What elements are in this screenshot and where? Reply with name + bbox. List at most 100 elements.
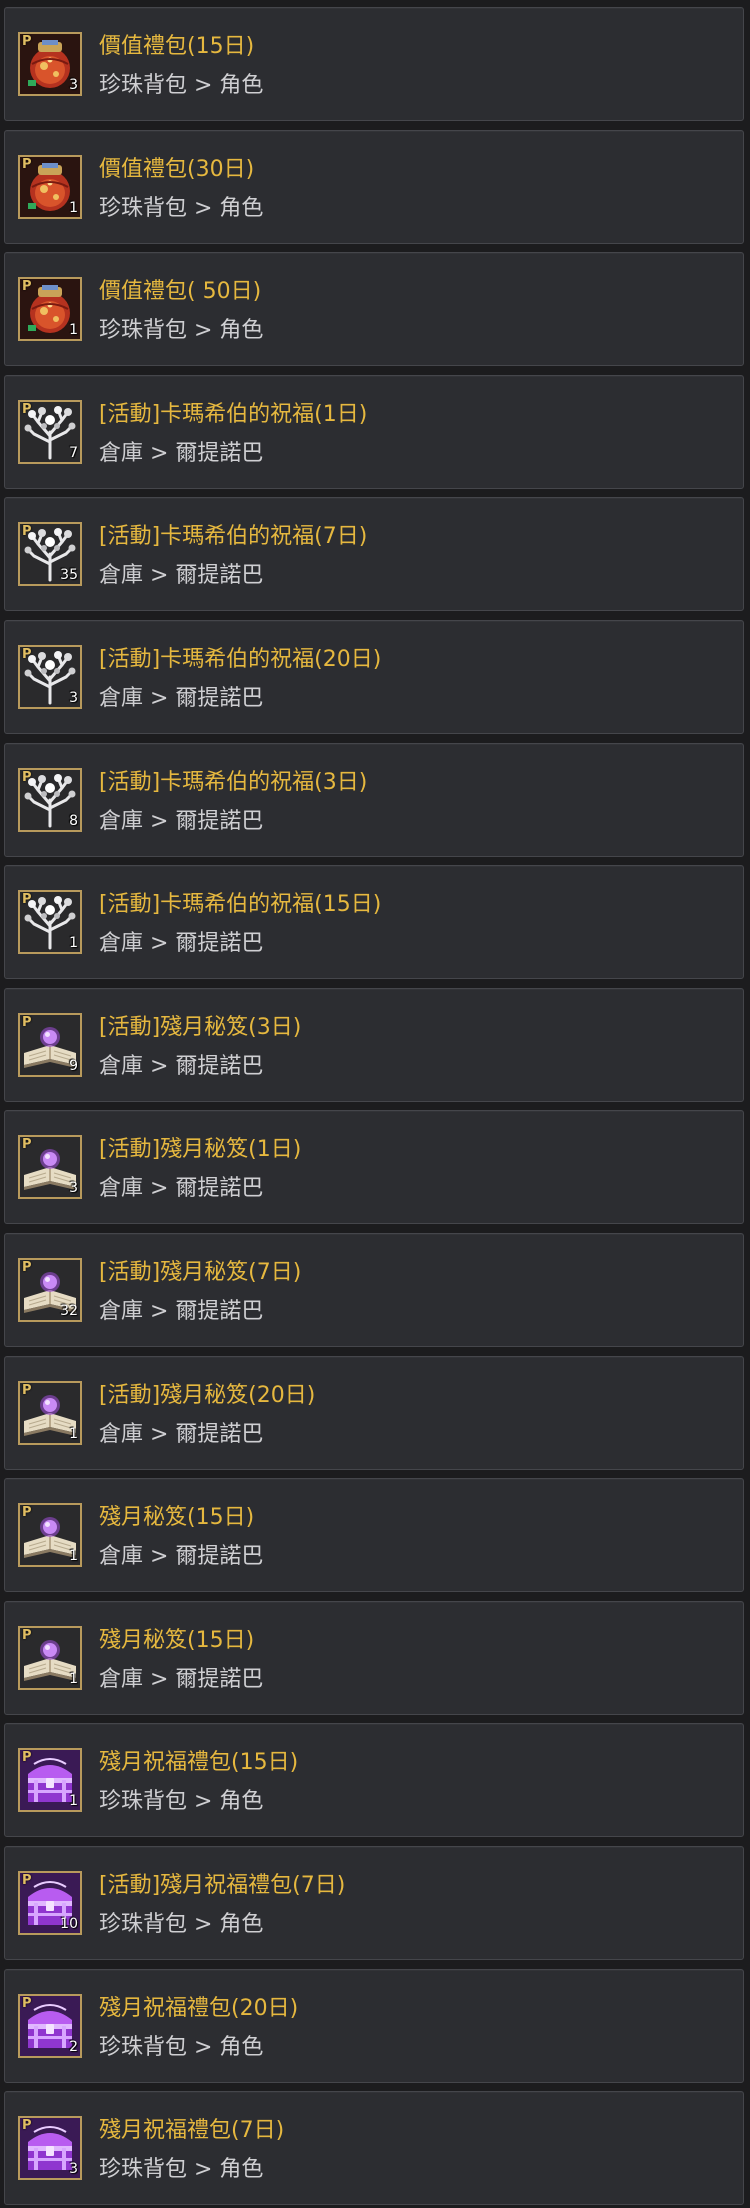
item-quantity: 3 <box>69 690 78 706</box>
pearl-item-marker: P <box>22 402 32 417</box>
item-row[interactable]: P 1 [活動]殘月秘笈(20日) 倉庫 > 爾提諾巴 <box>4 1356 744 1470</box>
pearl-item-marker: P <box>22 770 32 785</box>
item-row[interactable]: P 3 [活動]殘月秘笈(1日) 倉庫 > 爾提諾巴 <box>4 1110 744 1224</box>
item-name: [活動]殘月秘笈(7日) <box>99 1260 302 1285</box>
item-location: 珍珠背包 > 角色 <box>99 1789 264 1814</box>
item-icon-slot[interactable]: P3 <box>18 1135 82 1199</box>
item-icon-slot[interactable]: P7 <box>18 400 82 464</box>
item-location: 倉庫 > 爾提諾巴 <box>99 686 264 711</box>
item-row[interactable]: P 1 價值禮包( 50日) 珍珠背包 > 角色 <box>4 252 744 366</box>
item-location: 倉庫 > 爾提諾巴 <box>99 809 264 834</box>
item-name: [活動]殘月秘笈(1日) <box>99 1137 302 1162</box>
pearl-item-marker: P <box>22 647 32 662</box>
item-location: 珍珠背包 > 角色 <box>99 2157 264 2182</box>
item-quantity: 2 <box>69 2039 78 2055</box>
pearl-item-marker: P <box>22 1015 32 1030</box>
item-name: [活動]卡瑪希伯的祝福(7日) <box>99 524 368 549</box>
item-quantity: 3 <box>69 77 78 93</box>
item-name: [活動]殘月祝福禮包(7日) <box>99 1873 346 1898</box>
item-quantity: 3 <box>69 2161 78 2177</box>
item-row[interactable]: P 32 [活動]殘月秘笈(7日) 倉庫 > 爾提諾巴 <box>4 1233 744 1347</box>
item-name: 殘月祝福禮包(7日) <box>99 2118 285 2143</box>
item-icon-slot[interactable]: P2 <box>18 1994 82 2058</box>
item-location: 倉庫 > 爾提諾巴 <box>99 1667 264 1692</box>
item-row[interactable]: P 1 殘月秘笈(15日) 倉庫 > 爾提諾巴 <box>4 1478 744 1592</box>
pearl-item-marker: P <box>22 524 32 539</box>
item-icon-slot[interactable]: P3 <box>18 32 82 96</box>
item-name: 價值禮包( 50日) <box>99 279 262 304</box>
item-icon-slot[interactable]: P1 <box>18 1503 82 1567</box>
item-name: [活動]卡瑪希伯的祝福(20日) <box>99 647 382 672</box>
item-name: 價值禮包(15日) <box>99 34 255 59</box>
item-icon-slot[interactable]: P1 <box>18 1381 82 1445</box>
item-quantity: 8 <box>69 813 78 829</box>
pearl-item-marker: P <box>22 279 32 294</box>
pearl-item-marker: P <box>22 1750 32 1765</box>
item-row[interactable]: P 9 [活動]殘月秘笈(3日) 倉庫 > 爾提諾巴 <box>4 988 744 1102</box>
item-quantity: 10 <box>60 1916 78 1932</box>
pearl-item-marker: P <box>22 1628 32 1643</box>
pearl-item-marker: P <box>22 1996 32 2011</box>
item-row[interactable]: P 3 殘月祝福禮包(7日) 珍珠背包 > 角色 <box>4 2091 744 2205</box>
item-quantity: 1 <box>69 200 78 216</box>
item-icon-slot[interactable]: P8 <box>18 768 82 832</box>
item-name: [活動]卡瑪希伯的祝福(3日) <box>99 770 368 795</box>
item-icon-slot[interactable]: P3 <box>18 645 82 709</box>
item-row[interactable]: P 35 [活動]卡瑪希伯的祝福(7日) 倉庫 > 爾提諾巴 <box>4 497 744 611</box>
pearl-item-marker: P <box>22 1505 32 1520</box>
item-quantity: 1 <box>69 935 78 951</box>
item-row[interactable]: P 1 價值禮包(30日) 珍珠背包 > 角色 <box>4 130 744 244</box>
item-location: 倉庫 > 爾提諾巴 <box>99 563 264 588</box>
item-icon-slot[interactable]: P 10 <box>18 1871 82 1935</box>
item-location: 倉庫 > 爾提諾巴 <box>99 1176 264 1201</box>
item-name: 殘月祝福禮包(15日) <box>99 1750 299 1775</box>
item-quantity: 3 <box>69 1180 78 1196</box>
pearl-item-marker: P <box>22 892 32 907</box>
item-name: [活動]卡瑪希伯的祝福(1日) <box>99 402 368 427</box>
item-row[interactable]: P 10 [活動]殘月祝福禮包(7日) 珍珠背包 > 角色 <box>4 1846 744 1960</box>
pearl-item-marker: P <box>22 1137 32 1152</box>
item-row[interactable]: P 8 [活動]卡瑪希伯的祝福(3日) 倉庫 > 爾提諾巴 <box>4 743 744 857</box>
item-icon-slot[interactable]: P3 <box>18 2116 82 2180</box>
item-name: [活動]殘月秘笈(20日) <box>99 1383 316 1408</box>
item-location: 珍珠背包 > 角色 <box>99 318 264 343</box>
item-name: 殘月祝福禮包(20日) <box>99 1996 299 2021</box>
item-name: 殘月秘笈(15日) <box>99 1505 255 1530</box>
item-quantity: 1 <box>69 1793 78 1809</box>
pearl-item-marker: P <box>22 1260 32 1275</box>
item-quantity: 1 <box>69 1426 78 1442</box>
item-location: 珍珠背包 > 角色 <box>99 2035 264 2060</box>
item-row[interactable]: P 3 價值禮包(15日) 珍珠背包 > 角色 <box>4 7 744 121</box>
item-quantity: 1 <box>69 1671 78 1687</box>
item-quantity: 32 <box>60 1303 78 1319</box>
item-icon-slot[interactable]: P1 <box>18 277 82 341</box>
item-quantity: 1 <box>69 1548 78 1564</box>
item-icon-slot[interactable]: P1 <box>18 155 82 219</box>
item-location: 珍珠背包 > 角色 <box>99 196 264 221</box>
item-row[interactable]: P 7 [活動]卡瑪希伯的祝福(1日) 倉庫 > 爾提諾巴 <box>4 375 744 489</box>
item-icon-slot[interactable]: P9 <box>18 1013 82 1077</box>
item-row[interactable]: P 2 殘月祝福禮包(20日) 珍珠背包 > 角色 <box>4 1969 744 2083</box>
item-name: [活動]殘月秘笈(3日) <box>99 1015 302 1040</box>
item-row[interactable]: P 1 [活動]卡瑪希伯的祝福(15日) 倉庫 > 爾提諾巴 <box>4 865 744 979</box>
item-name: 殘月秘笈(15日) <box>99 1628 255 1653</box>
item-quantity: 35 <box>60 567 78 583</box>
item-location: 倉庫 > 爾提諾巴 <box>99 1422 264 1447</box>
item-row[interactable]: P 3 [活動]卡瑪希伯的祝福(20日) 倉庫 > 爾提諾巴 <box>4 620 744 734</box>
item-icon-slot[interactable]: P1 <box>18 1748 82 1812</box>
item-name: 價值禮包(30日) <box>99 157 255 182</box>
item-location: 倉庫 > 爾提諾巴 <box>99 931 264 956</box>
item-location: 倉庫 > 爾提諾巴 <box>99 1544 264 1569</box>
item-location: 倉庫 > 爾提諾巴 <box>99 1299 264 1324</box>
item-quantity: 9 <box>69 1058 78 1074</box>
item-location: 倉庫 > 爾提諾巴 <box>99 1054 264 1079</box>
item-icon-slot[interactable]: P 35 <box>18 522 82 586</box>
item-quantity: 1 <box>69 322 78 338</box>
pearl-item-marker: P <box>22 1383 32 1398</box>
item-row[interactable]: P 1 殘月秘笈(15日) 倉庫 > 爾提諾巴 <box>4 1601 744 1715</box>
item-icon-slot[interactable]: P 32 <box>18 1258 82 1322</box>
pearl-item-marker: P <box>22 2118 32 2133</box>
item-icon-slot[interactable]: P1 <box>18 1626 82 1690</box>
item-icon-slot[interactable]: P1 <box>18 890 82 954</box>
item-row[interactable]: P 1 殘月祝福禮包(15日) 珍珠背包 > 角色 <box>4 1723 744 1837</box>
